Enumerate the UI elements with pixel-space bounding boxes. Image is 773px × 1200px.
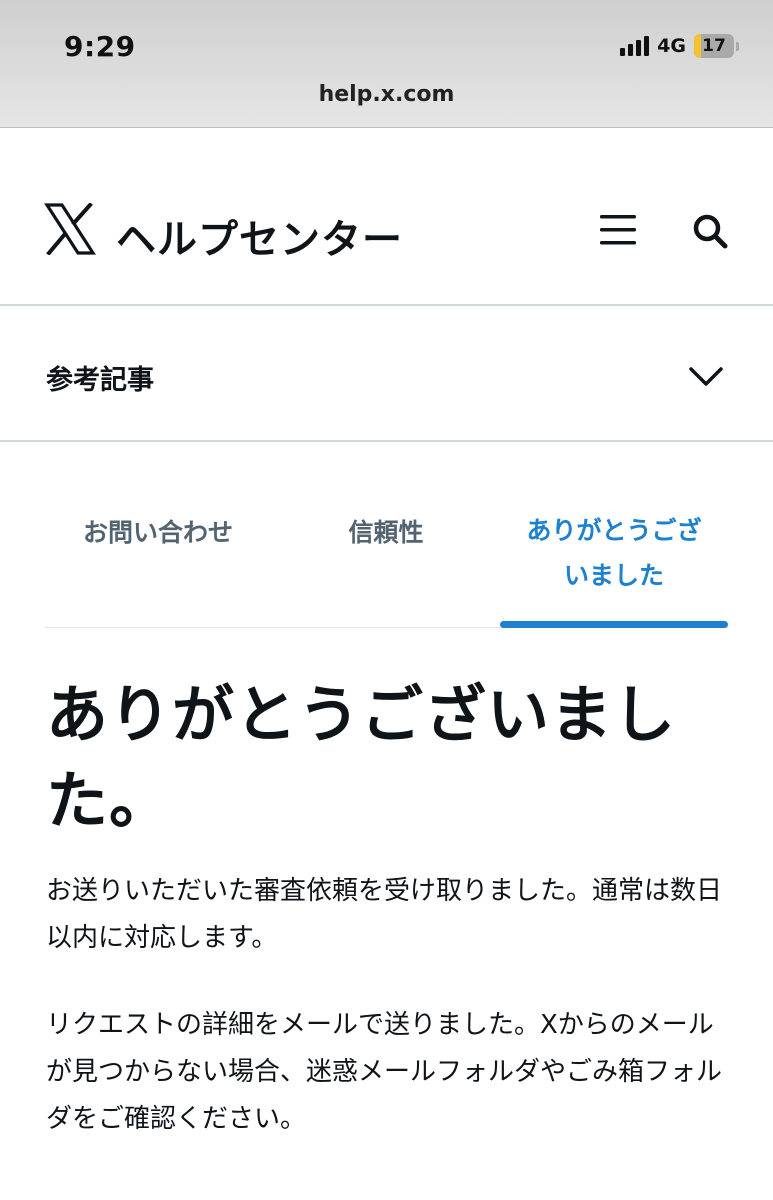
hamburger-menu-icon[interactable]: [598, 213, 638, 247]
related-articles-toggle[interactable]: 参考記事: [0, 308, 773, 442]
search-icon[interactable]: [690, 211, 730, 251]
network-type: 4G: [657, 35, 686, 57]
site-header: ヘルプセンター: [0, 129, 773, 306]
email-notice-paragraph: リクエストの詳細をメールで送りました。Xからのメールが見つからない場合、迷惑メー…: [46, 1010, 723, 1134]
status-time: 9:29: [64, 30, 136, 63]
battery-tip: [736, 41, 739, 51]
address-bar-url[interactable]: help.x.com: [0, 82, 773, 107]
status-indicators: 4G 17: [620, 32, 739, 60]
tab-contact[interactable]: お問い合わせ: [44, 510, 272, 555]
battery-level: 17: [702, 36, 726, 56]
cellular-signal-icon: [620, 36, 650, 56]
tab-trust[interactable]: 信頼性: [272, 510, 500, 555]
confirmation-paragraph: お送りいただいた審査依頼を受け取りました。通常は数日以内に対応します。: [46, 876, 723, 953]
tab-bar: お問い合わせ 信頼性 ありがとうございました: [44, 500, 728, 628]
site-title[interactable]: ヘルプセンター: [116, 207, 403, 265]
browser-chrome: 9:29 4G 17 help.x.com: [0, 0, 773, 128]
page-title: ありがとうございました。: [46, 678, 677, 837]
active-tab-indicator: [500, 621, 728, 628]
related-articles-label: 参考記事: [46, 365, 154, 396]
chevron-down-icon: [689, 367, 723, 386]
tab-thank-you[interactable]: ありがとうございました: [500, 508, 728, 598]
x-logo-icon[interactable]: [44, 203, 96, 255]
battery-icon: 17: [694, 34, 734, 58]
